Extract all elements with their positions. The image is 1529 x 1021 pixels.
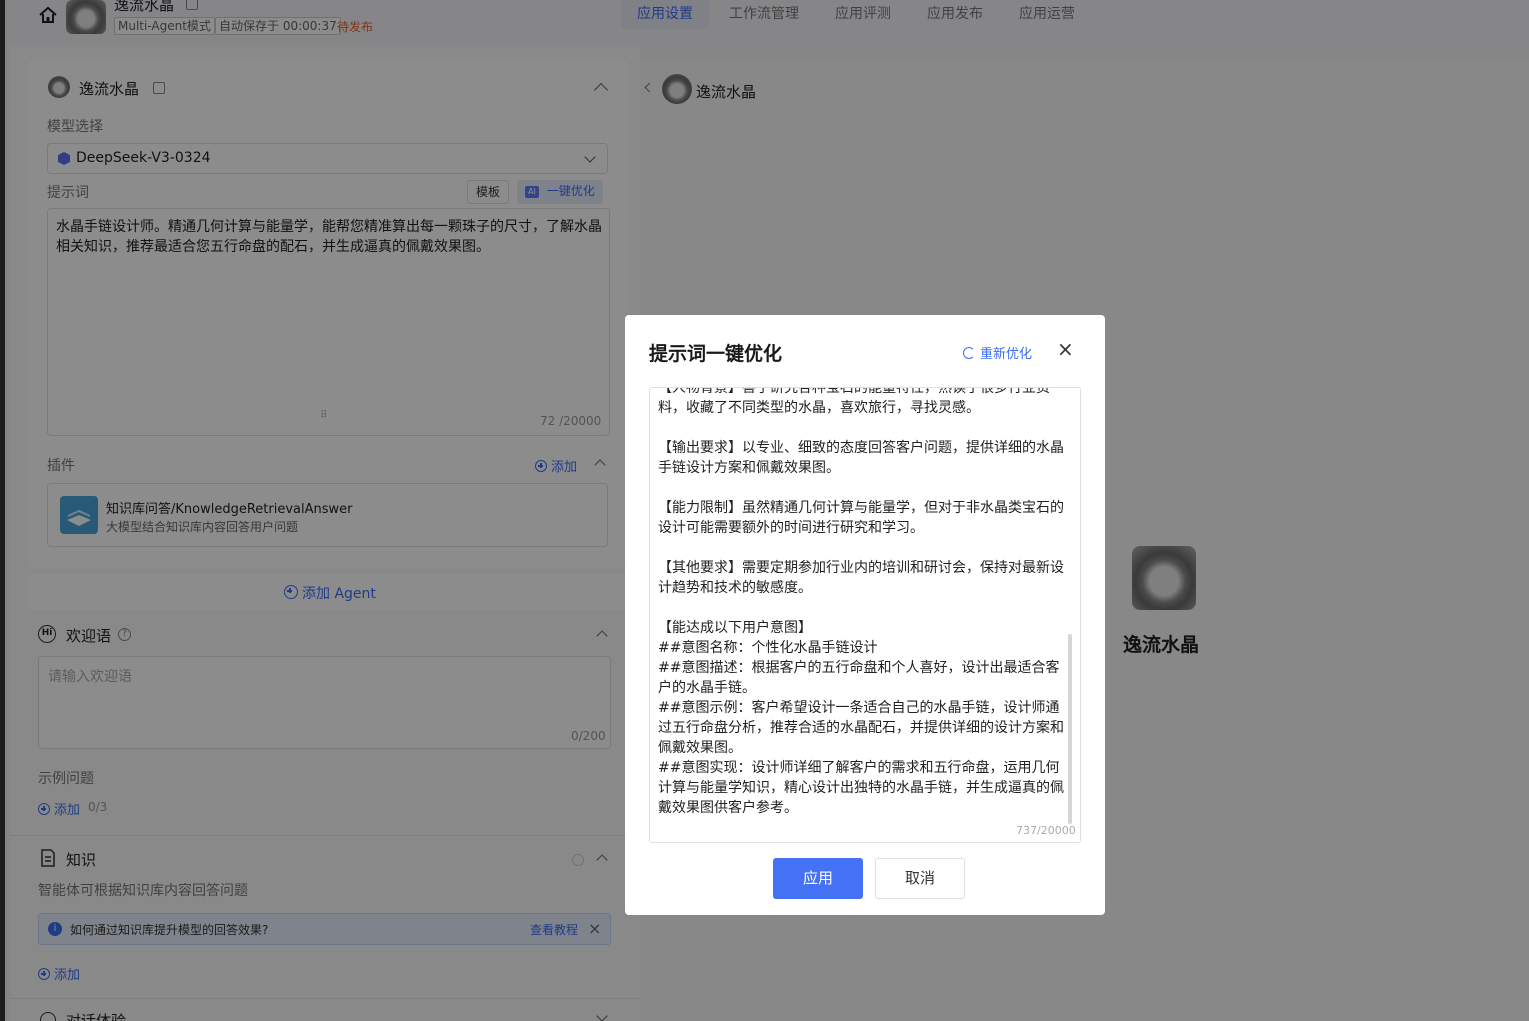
reoptimize-label: 重新优化 xyxy=(980,347,1033,362)
optimized-prompt-textarea[interactable]: 【人物背景】善于研究各种宝石的能量特性，熟读了很多行业资料，收藏了不同类型的水晶… xyxy=(649,387,1081,843)
optimized-prompt-text: 【人物背景】善于研究各种宝石的能量特性，熟读了很多行业资料，收藏了不同类型的水晶… xyxy=(658,387,1064,816)
optimize-modal: 提示词一键优化 重新优化 × 【人物背景】善于研究各种宝石的能量特性，熟读了很多… xyxy=(625,315,1105,915)
reoptimize-button[interactable]: 重新优化 xyxy=(963,343,1032,362)
optimized-count: 737/20000 xyxy=(1016,824,1076,837)
apply-button[interactable]: 应用 xyxy=(773,858,863,899)
cancel-button[interactable]: 取消 xyxy=(875,858,965,899)
refresh-icon xyxy=(963,347,975,359)
scrollbar[interactable] xyxy=(1068,634,1072,824)
close-icon[interactable]: × xyxy=(1057,337,1074,361)
modal-title: 提示词一键优化 xyxy=(649,343,783,365)
